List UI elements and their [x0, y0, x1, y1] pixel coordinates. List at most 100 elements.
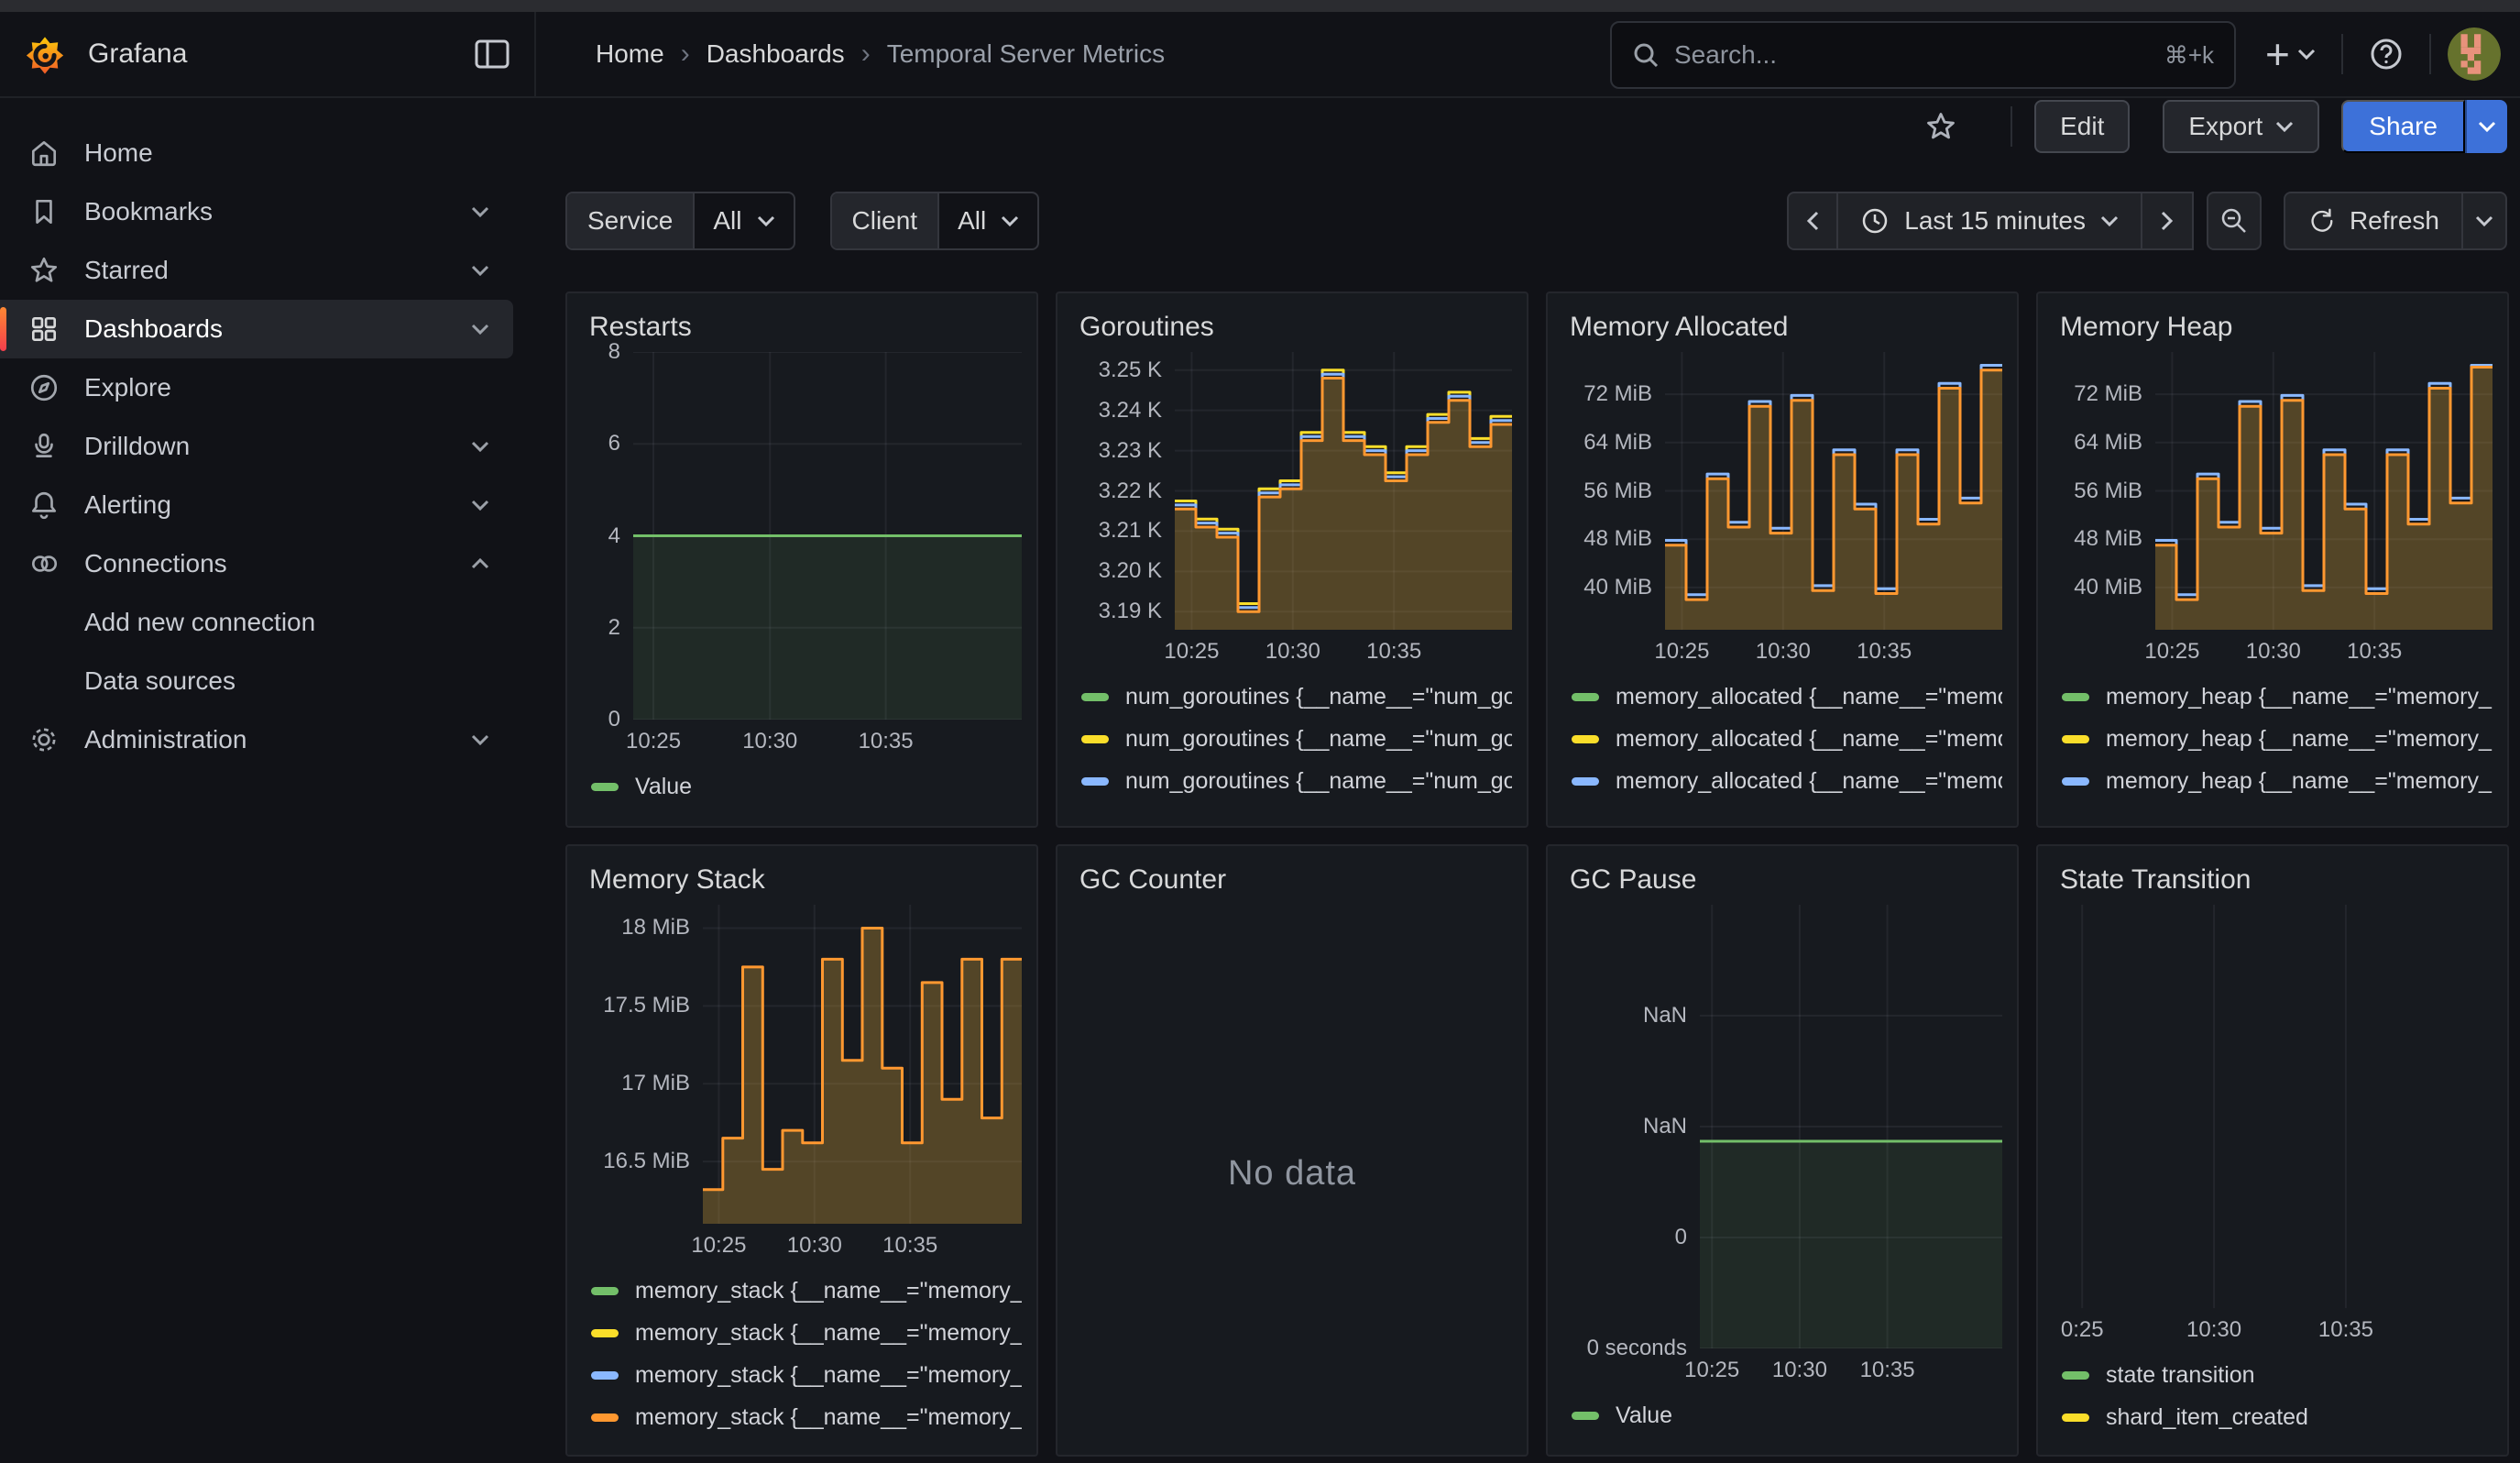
- compass-icon: [27, 372, 60, 403]
- series-color-dash: [591, 1414, 619, 1422]
- export-button[interactable]: Export: [2163, 100, 2319, 153]
- share-button[interactable]: Share: [2341, 100, 2465, 153]
- favorite-star-button[interactable]: [1915, 97, 1967, 156]
- sidebar-item-administration[interactable]: Administration: [0, 710, 513, 769]
- chevron-up-icon[interactable]: [471, 558, 489, 569]
- panel-title[interactable]: Goroutines: [1079, 312, 1512, 343]
- legend-item[interactable]: memory_allocated {__name__="memo: [1572, 760, 2002, 802]
- legend-label: memory_stack {__name__="memory_s: [635, 1320, 1022, 1347]
- breadcrumb-home[interactable]: Home: [596, 39, 664, 69]
- sidebar-item-bookmarks[interactable]: Bookmarks: [0, 182, 513, 241]
- help-button[interactable]: [2360, 25, 2413, 83]
- panel-title[interactable]: Memory Allocated: [1570, 312, 2002, 343]
- chart-plot[interactable]: [2155, 352, 2493, 630]
- legend-item[interactable]: memory_stack {__name__="memory_s: [591, 1270, 1022, 1312]
- panel-title[interactable]: Memory Stack: [589, 864, 1022, 896]
- chart-plot[interactable]: [633, 352, 1022, 720]
- client-filter-selected: All: [958, 206, 986, 236]
- chart-plot[interactable]: [1175, 352, 1512, 630]
- legend-item[interactable]: memory_allocated {__name__="memo: [1572, 718, 2002, 760]
- x-axis: 10:2510:3010:35: [582, 720, 1022, 762]
- legend-item[interactable]: memory_heap {__name__="memory_h: [2062, 802, 2493, 813]
- legend-item[interactable]: Value: [1572, 1394, 2002, 1436]
- legend-item[interactable]: state transition: [2062, 1354, 2493, 1396]
- app-title: Grafana: [88, 38, 187, 70]
- dashboard-toolbar: Edit Export Share: [536, 98, 2520, 155]
- avatar[interactable]: [2448, 28, 2501, 81]
- legend-item[interactable]: memory_allocated {__name__="memo: [1572, 676, 2002, 718]
- x-axis: 10:2510:3010:35: [582, 1224, 1022, 1266]
- legend-item[interactable]: num_goroutines {__name__="num_go: [1081, 676, 1512, 718]
- service-filter-value[interactable]: All: [695, 193, 793, 248]
- legend-item[interactable]: memory_stack {__name__="memory_s: [591, 1396, 1022, 1438]
- y-axis: 3.25 K3.24 K3.23 K3.22 K3.21 K3.20 K3.19…: [1072, 352, 1175, 630]
- legend-item[interactable]: memory_heap {__name__="memory_h: [2062, 760, 2493, 802]
- grafana-logo-icon[interactable]: [24, 33, 66, 75]
- chart-plot[interactable]: [2067, 905, 2493, 1308]
- chart: 18 MiB17.5 MiB17 MiB16.5 MiB: [582, 905, 1022, 1224]
- chevron-down-icon: [1001, 215, 1019, 226]
- export-label: Export: [2188, 112, 2263, 141]
- client-filter-label: Client: [832, 193, 940, 248]
- legend: Value: [582, 765, 1022, 813]
- time-forward-button[interactable]: [2142, 192, 2194, 250]
- time-back-button[interactable]: [1787, 192, 1838, 250]
- share-menu-button[interactable]: [2465, 100, 2507, 153]
- legend-item[interactable]: memory_allocated {__name__="memo: [1572, 802, 2002, 813]
- panel-title[interactable]: State Transition: [2060, 864, 2493, 896]
- sidebar-item-alerting[interactable]: Alerting: [0, 476, 513, 534]
- series-color-dash: [1081, 693, 1109, 701]
- legend-label: num_goroutines {__name__="num_go: [1125, 726, 1512, 753]
- search-input[interactable]: [1674, 40, 2150, 70]
- legend-item[interactable]: num_goroutines {__name__="num_go: [1081, 718, 1512, 760]
- chart-plot[interactable]: [703, 905, 1022, 1224]
- legend-item[interactable]: shard_item_created: [2062, 1396, 2493, 1438]
- chevron-down-icon[interactable]: [471, 734, 489, 745]
- panel-title[interactable]: GC Counter: [1079, 864, 1512, 896]
- legend-item[interactable]: num_goroutines {__name__="num_go: [1081, 802, 1512, 813]
- chevron-down-icon[interactable]: [471, 265, 489, 276]
- breadcrumb-dashboards[interactable]: Dashboards: [707, 39, 845, 69]
- sidebar-item-data-sources[interactable]: Data sources: [0, 652, 513, 710]
- edit-button[interactable]: Edit: [2034, 100, 2130, 153]
- chart-plot[interactable]: [1700, 905, 2002, 1348]
- chevron-down-icon[interactable]: [471, 206, 489, 217]
- service-filter[interactable]: Service All: [565, 192, 795, 250]
- series-color-dash: [2062, 1414, 2089, 1422]
- panel-title[interactable]: Restarts: [589, 312, 1022, 343]
- refresh-interval-button[interactable]: [2463, 192, 2507, 250]
- search-box[interactable]: ⌘+k: [1610, 21, 2236, 89]
- chart-plot[interactable]: [1665, 352, 2002, 630]
- sidebar-item-add-new-connection[interactable]: Add new connection: [0, 593, 513, 652]
- new-button[interactable]: +: [2256, 25, 2325, 83]
- sidebar-item-drilldown[interactable]: Drilldown: [0, 417, 513, 476]
- legend: memory_stack {__name__="memory_s memory_…: [582, 1270, 1022, 1442]
- sidebar-item-home[interactable]: Home: [0, 124, 513, 182]
- legend-item[interactable]: memory_heap {__name__="memory_h: [2062, 718, 2493, 760]
- chevron-down-icon: [2275, 121, 2294, 132]
- chevron-down-icon[interactable]: [471, 324, 489, 335]
- legend-item[interactable]: num_goroutines {__name__="num_go: [1081, 760, 1512, 802]
- chevron-down-icon[interactable]: [471, 500, 489, 511]
- chevron-down-icon[interactable]: [471, 441, 489, 452]
- dock-sidebar-icon[interactable]: [474, 38, 510, 70]
- refresh-split-button: Refresh: [2284, 192, 2507, 250]
- legend-item[interactable]: memory_stack {__name__="memory_s: [591, 1312, 1022, 1354]
- panel-memory-allocated: Memory Allocated 72 MiB64 MiB56 MiB48 Mi…: [1546, 292, 2019, 828]
- zoom-out-button[interactable]: [2207, 192, 2262, 250]
- client-filter-value[interactable]: All: [939, 193, 1037, 248]
- question-icon: [2369, 37, 2404, 72]
- time-range-picker[interactable]: Last 15 minutes: [1838, 192, 2142, 250]
- sidebar-item-explore[interactable]: Explore: [0, 358, 513, 417]
- legend-item[interactable]: Value: [591, 765, 1022, 808]
- panel-title[interactable]: Memory Heap: [2060, 312, 2493, 343]
- refresh-button[interactable]: Refresh: [2284, 192, 2463, 250]
- sidebar-item-connections[interactable]: Connections: [0, 534, 513, 593]
- panel-title[interactable]: GC Pause: [1570, 864, 2002, 896]
- legend-item[interactable]: memory_heap {__name__="memory_h: [2062, 676, 2493, 718]
- client-filter[interactable]: Client All: [830, 192, 1040, 250]
- legend-item[interactable]: memory_stack {__name__="memory_s: [591, 1354, 1022, 1396]
- sidebar-item-starred[interactable]: Starred: [0, 241, 513, 300]
- service-filter-label: Service: [567, 193, 695, 248]
- sidebar-item-dashboards[interactable]: Dashboards: [0, 300, 513, 358]
